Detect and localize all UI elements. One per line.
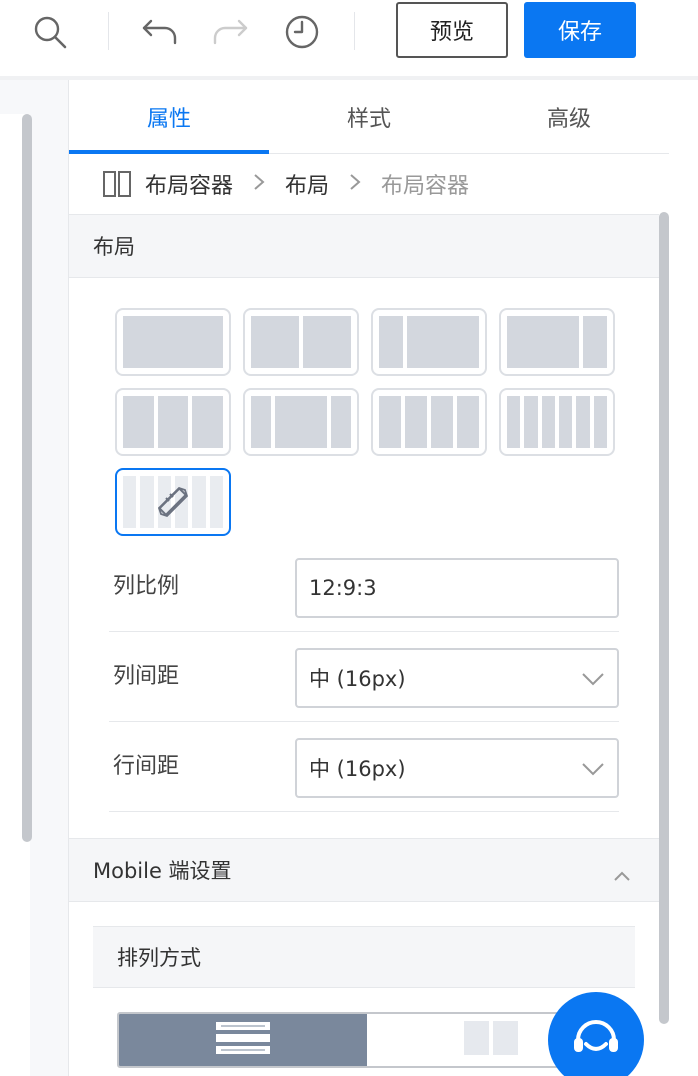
breadcrumb-current: 布局容器	[381, 174, 470, 199]
toolbar-divider	[354, 12, 355, 50]
layout-option-1col[interactable]	[115, 308, 231, 376]
breadcrumb: 布局容器 布局 布局容器	[69, 154, 669, 214]
column-ratio-label: 列比例	[113, 574, 180, 599]
section-title: Mobile 端设置	[93, 859, 232, 883]
history-icon[interactable]	[282, 12, 322, 52]
layout-option-1-3[interactable]	[371, 308, 487, 376]
ruler-pencil-icon	[155, 484, 191, 524]
chevron-right-icon	[253, 172, 265, 197]
layout-option-3-1[interactable]	[499, 308, 615, 376]
row-gap-row: 行间距 中 (16px)	[109, 722, 619, 812]
layout-option-3col[interactable]	[115, 388, 231, 456]
chevron-right-icon	[349, 172, 361, 197]
chevron-down-icon	[581, 758, 605, 782]
tab-styles[interactable]: 样式	[269, 80, 469, 154]
canvas-area	[0, 80, 68, 1076]
layout-container-icon	[103, 171, 131, 197]
chevron-up-icon[interactable]	[613, 863, 631, 887]
properties-panel: 属性 样式 高级 布局容器 布局 布局容器 布局 列比例 12:9:3 列间距 …	[68, 80, 669, 1076]
row-gap-value: 中 (16px)	[309, 757, 406, 781]
search-icon[interactable]	[30, 12, 70, 52]
preview-button[interactable]: 预览	[396, 2, 508, 58]
layout-section-header[interactable]: 布局	[69, 214, 659, 278]
redo-icon[interactable]	[210, 12, 250, 52]
panel-scrollbar[interactable]	[659, 212, 669, 1024]
column-ratio-input[interactable]: 12:9:3	[295, 558, 619, 618]
breadcrumb-item[interactable]: 布局容器	[145, 168, 233, 200]
canvas-scrollbar[interactable]	[22, 114, 32, 842]
layout-option-1-2-1[interactable]	[243, 388, 359, 456]
mobile-section-header[interactable]: Mobile 端设置	[69, 838, 659, 902]
column-ratio-row: 列比例 12:9:3	[109, 542, 619, 632]
headset-icon	[568, 1010, 624, 1070]
column-gap-row: 列间距 中 (16px)	[109, 632, 619, 722]
stacked-rows-icon	[215, 1020, 271, 1060]
row-gap-label: 行间距	[113, 754, 180, 779]
tab-advanced[interactable]: 高级	[469, 80, 669, 154]
arrangement-title: 排列方式	[117, 946, 201, 970]
arrangement-stacked-option[interactable]	[119, 1014, 367, 1066]
panel-tabs: 属性 样式 高级	[69, 80, 669, 154]
row-gap-select[interactable]: 中 (16px)	[295, 738, 619, 798]
chevron-down-icon	[581, 668, 605, 692]
arrangement-toggle	[117, 1012, 617, 1068]
column-gap-select[interactable]: 中 (16px)	[295, 648, 619, 708]
layout-option-6col[interactable]	[499, 388, 615, 456]
top-toolbar: 预览 保存	[0, 0, 698, 80]
undo-icon[interactable]	[140, 12, 180, 52]
tab-properties[interactable]: 属性	[69, 80, 269, 154]
save-button[interactable]: 保存	[524, 2, 636, 58]
layout-option-custom[interactable]	[115, 468, 231, 536]
section-title: 布局	[93, 235, 135, 259]
toolbar-divider	[108, 12, 109, 50]
column-gap-value: 中 (16px)	[309, 667, 406, 691]
arrangement-header: 排列方式	[93, 926, 635, 988]
breadcrumb-item[interactable]: 布局	[285, 168, 329, 200]
column-gap-label: 列间距	[113, 664, 180, 689]
side-by-side-columns-icon	[463, 1020, 519, 1060]
layout-option-4col[interactable]	[371, 388, 487, 456]
layout-option-2col[interactable]	[243, 308, 359, 376]
